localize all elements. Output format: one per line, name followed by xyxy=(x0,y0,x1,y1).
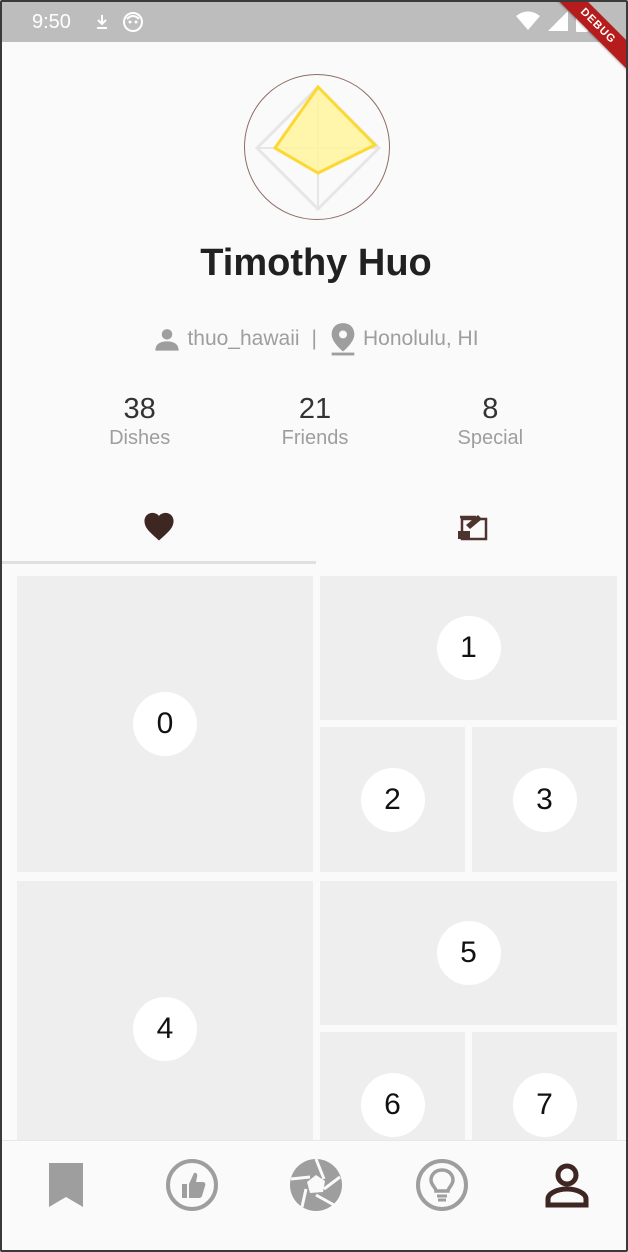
grid-tile[interactable]: 7 xyxy=(472,1032,617,1140)
download-notification-icon xyxy=(94,13,110,36)
heart-icon xyxy=(141,510,177,547)
app-notification-icon xyxy=(122,11,144,38)
nav-item-bookmarks[interactable] xyxy=(36,1157,96,1217)
bookmark-icon xyxy=(47,1161,85,1214)
tab-posts[interactable] xyxy=(316,492,626,564)
stat-label: Friends xyxy=(281,427,349,449)
tile-index: 1 xyxy=(436,616,501,680)
bottom-nav xyxy=(2,1140,626,1250)
grid-tile[interactable]: 4 xyxy=(17,881,313,1140)
status-bar: 9:50 DEBUG xyxy=(2,2,626,76)
tile-index: 2 xyxy=(360,767,425,832)
nav-item-ideas[interactable] xyxy=(412,1157,472,1217)
radar-chart-icon xyxy=(254,84,382,212)
grid-tile[interactable]: 5 xyxy=(320,881,617,1025)
stat-label: Special xyxy=(457,427,524,449)
grid-tile[interactable]: 6 xyxy=(320,1032,465,1140)
tile-index: 0 xyxy=(133,692,197,756)
stat-special[interactable]: 8 Special xyxy=(403,392,578,450)
stat-friends[interactable]: 21 Friends xyxy=(227,392,402,450)
tile-index: 3 xyxy=(512,767,577,832)
dish-grid: 0 1 2 3 4 5 6 7 xyxy=(2,566,626,1140)
stats-row: 38 Dishes 21 Friends 8 Special xyxy=(52,392,578,450)
profile-name: Timothy Huo xyxy=(200,242,432,284)
grid-tile[interactable]: 3 xyxy=(472,727,617,872)
profile-meta: thuo_hawaii | Honolulu, HI xyxy=(2,322,626,356)
person-icon xyxy=(543,1161,591,1214)
location-pin-icon xyxy=(329,322,357,356)
tile-index: 4 xyxy=(133,997,197,1061)
grid-tile[interactable]: 1 xyxy=(320,576,617,720)
stat-value: 21 xyxy=(298,393,332,425)
signal-icon xyxy=(548,11,568,36)
edit-document-icon xyxy=(456,511,490,546)
nav-item-likes[interactable] xyxy=(162,1157,222,1217)
status-time: 9:50 xyxy=(32,11,71,33)
camera-shutter-icon xyxy=(288,1157,344,1218)
grid-tile[interactable]: 2 xyxy=(320,727,465,872)
stat-value: 38 xyxy=(123,393,156,425)
profile-tabs xyxy=(2,492,626,564)
person-icon xyxy=(153,325,181,353)
nav-item-profile[interactable] xyxy=(537,1157,597,1217)
location: Honolulu, HI xyxy=(363,327,479,350)
status-notification-icons xyxy=(94,11,144,38)
avatar[interactable] xyxy=(244,74,390,220)
tile-index: 7 xyxy=(512,1072,577,1137)
tile-index: 6 xyxy=(360,1072,425,1137)
nav-item-camera[interactable] xyxy=(286,1157,346,1217)
lightbulb-icon xyxy=(415,1158,469,1217)
meta-separator: | xyxy=(311,327,317,350)
stat-dishes[interactable]: 38 Dishes xyxy=(52,392,227,450)
app-frame: 9:50 DEBUG Timothy Huo thuo_hawaii | Hon… xyxy=(0,0,628,1252)
username: thuo_hawaii xyxy=(187,327,300,350)
thumbs-up-icon xyxy=(165,1158,219,1217)
wifi-icon xyxy=(516,11,540,36)
tab-favorites[interactable] xyxy=(2,492,316,564)
stat-label: Dishes xyxy=(109,427,171,449)
tab-indicator xyxy=(2,561,316,564)
tile-index: 5 xyxy=(436,921,501,985)
grid-tile[interactable]: 0 xyxy=(17,576,313,872)
stat-value: 8 xyxy=(482,393,499,425)
